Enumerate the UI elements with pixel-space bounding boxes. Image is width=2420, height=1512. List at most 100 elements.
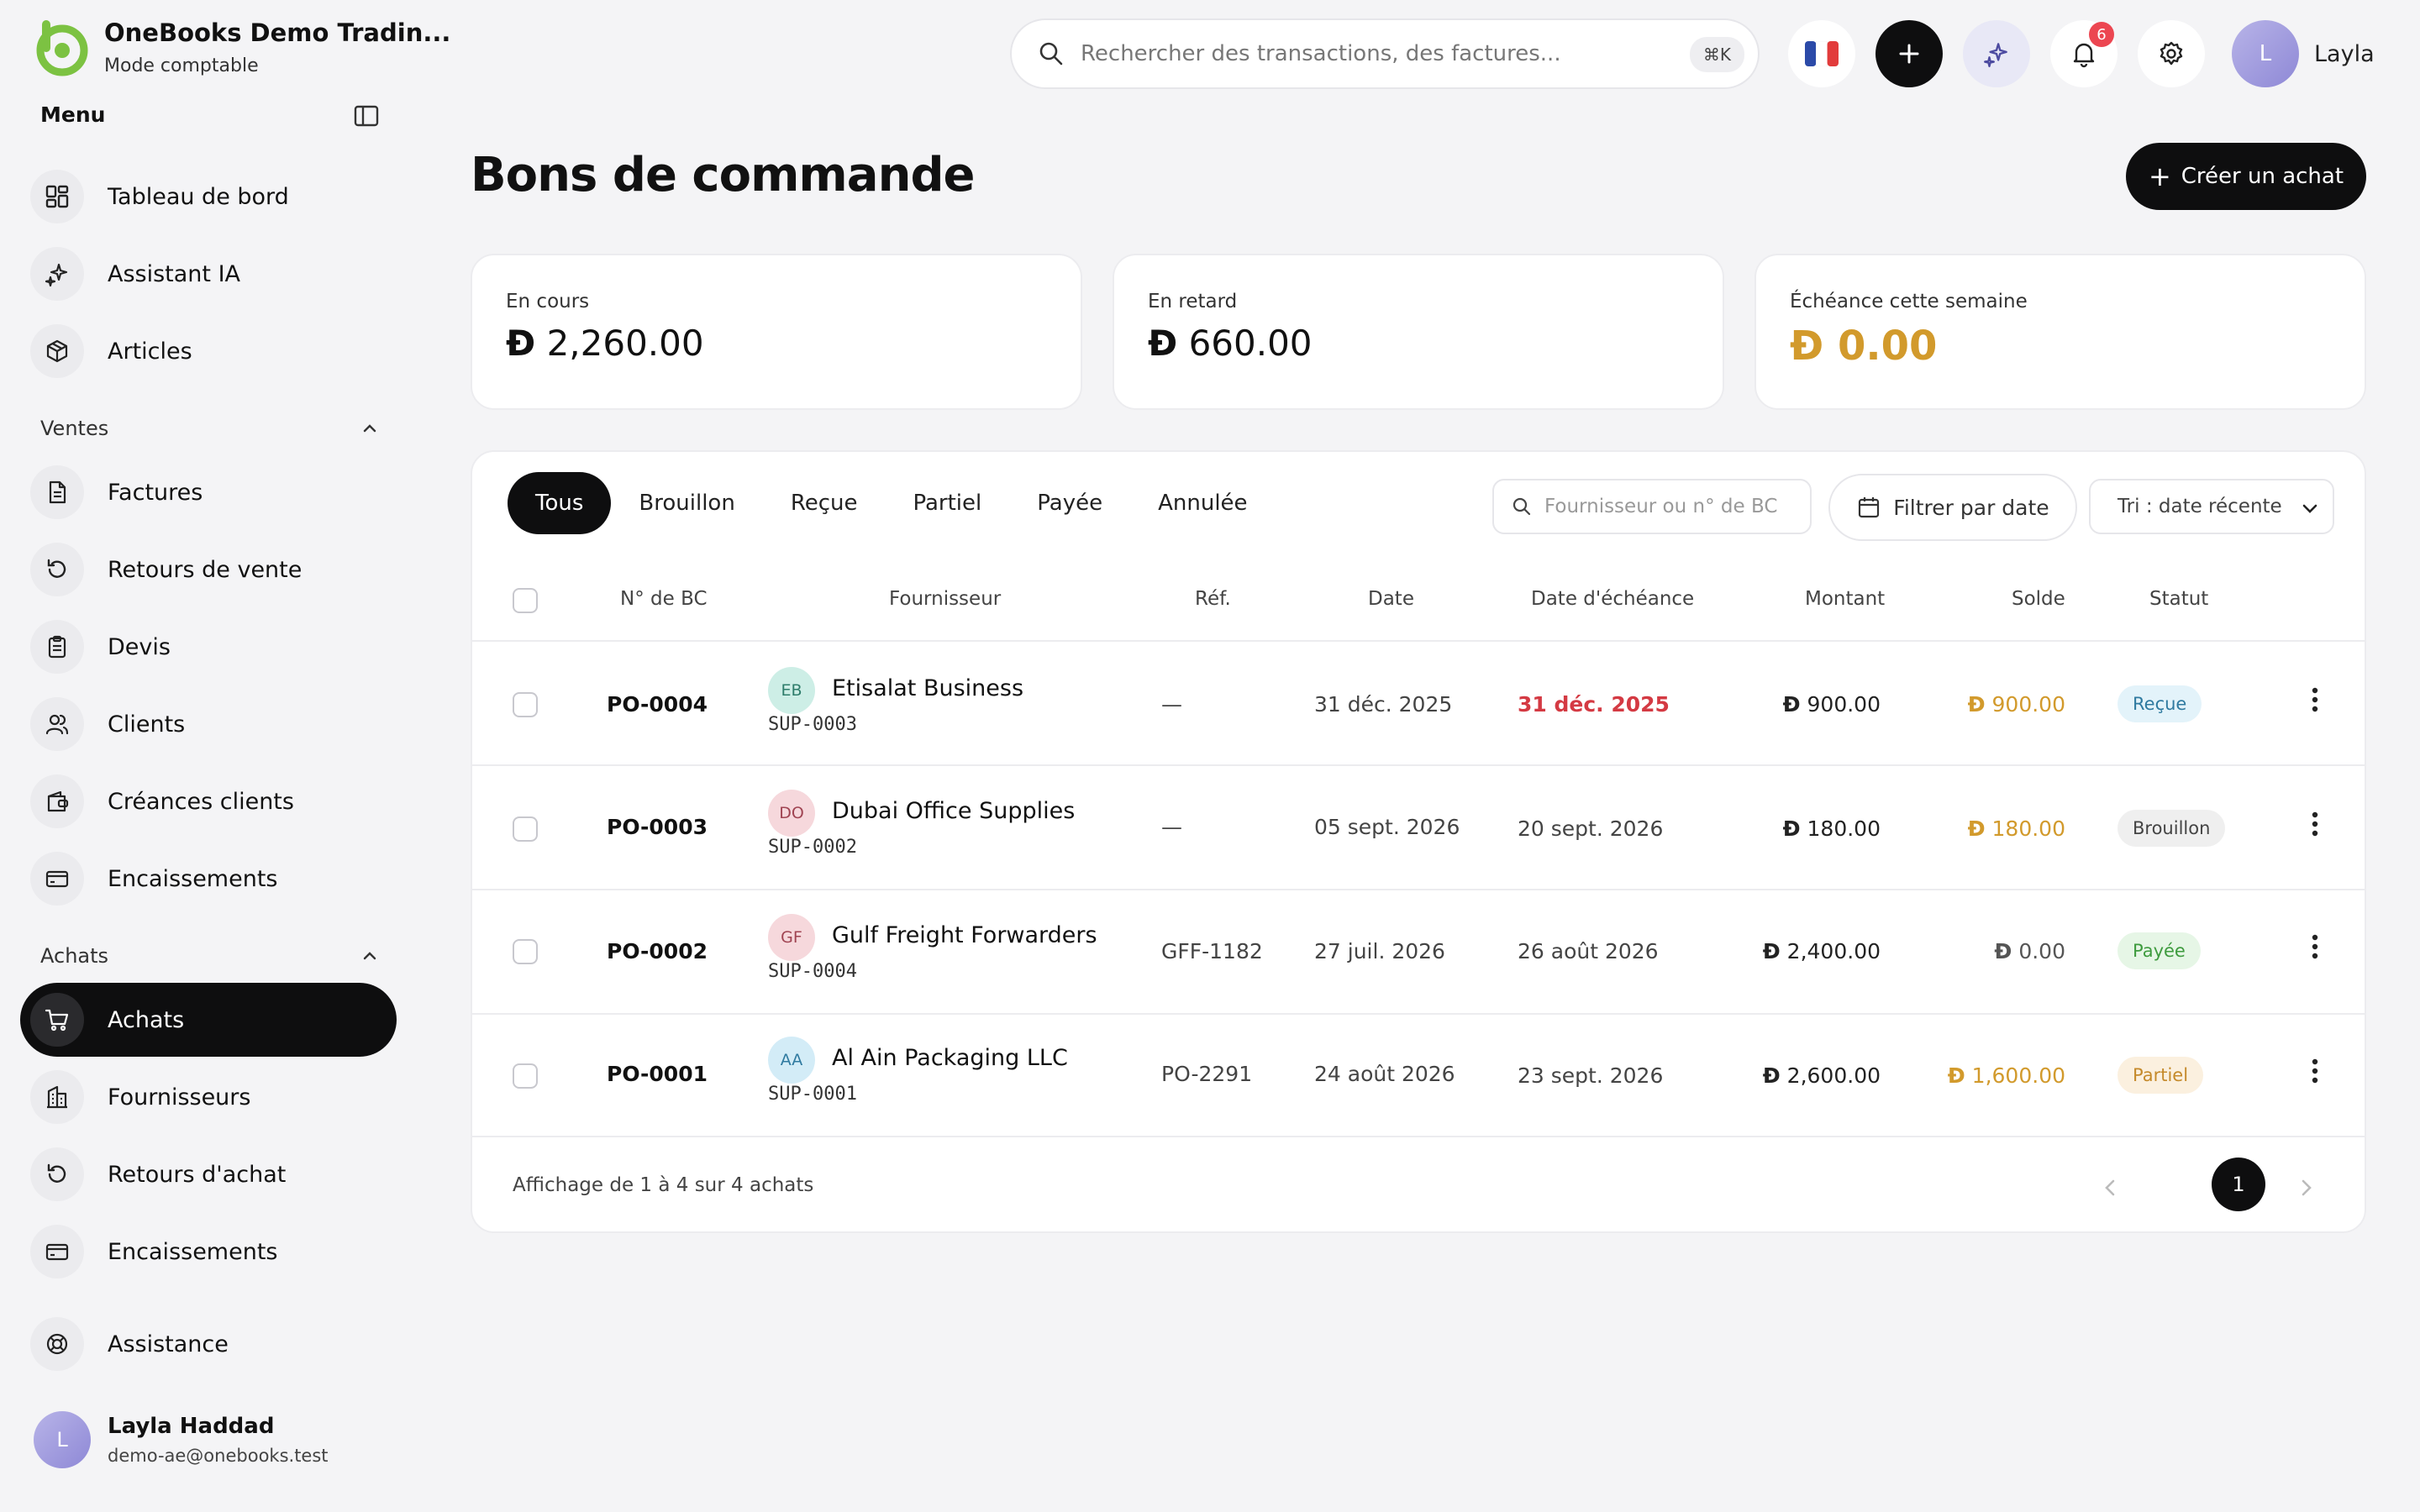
column-header-number[interactable]: N° de BC <box>620 588 708 610</box>
sidebar-item-ai-assistant[interactable]: Assistant IA <box>20 237 397 311</box>
menu-title: Menu <box>40 102 106 127</box>
row-checkbox[interactable] <box>513 939 538 964</box>
balance: Đ 180.00 <box>1968 816 2065 841</box>
po-number[interactable]: PO-0002 <box>607 939 708 963</box>
reference: — <box>1161 692 1182 717</box>
stat-label: En retard <box>1148 291 1238 312</box>
more-options-icon[interactable] <box>2311 932 2319 961</box>
column-header-supplier[interactable]: Fournisseur <box>889 588 1001 610</box>
quick-add-button[interactable] <box>1876 20 1943 87</box>
select-all-checkbox[interactable] <box>513 588 538 613</box>
row-checkbox[interactable] <box>513 816 538 842</box>
currency-symbol: Đ <box>1994 939 2012 963</box>
due-date: 20 sept. 2026 <box>1518 816 1664 841</box>
status-badge: Brouillon <box>2118 810 2226 847</box>
sort-select[interactable]: Tri : date récente <box>2089 479 2334 534</box>
sidebar-item-receivables[interactable]: Créances clients <box>20 764 397 838</box>
column-header-due-date[interactable]: Date d'échéance <box>1531 588 1694 610</box>
brand[interactable]: OneBooks Demo Tradin... Mode comptable <box>30 17 450 77</box>
user-menu[interactable]: L Layla <box>2232 20 2375 87</box>
more-options-icon[interactable] <box>2311 685 2319 714</box>
sidebar-item-purchase-returns[interactable]: Retours d'achat <box>20 1137 397 1211</box>
balance: Đ 900.00 <box>1968 692 2065 717</box>
po-date: 05 sept. 2026 <box>1314 815 1460 839</box>
sidebar-item-purchase-payments[interactable]: Encaissements <box>20 1215 397 1289</box>
notifications-button[interactable]: 6 <box>2050 20 2118 87</box>
sidebar-user-card[interactable]: L Layla Haddad demo-ae@onebooks.test <box>34 1411 329 1468</box>
due-date: 26 août 2026 <box>1518 939 1659 963</box>
users-icon <box>30 697 84 751</box>
tab-paid[interactable]: Payée <box>1009 472 1130 534</box>
chevron-down-icon <box>2302 504 2317 513</box>
row-checkbox[interactable] <box>513 1063 538 1089</box>
language-button[interactable] <box>1788 20 1855 87</box>
create-purchase-button[interactable]: + Créer un achat <box>2126 143 2366 210</box>
table-row[interactable]: PO-0001 AA Al Ain Packaging LLC SUP-0001… <box>472 1013 2365 1137</box>
row-checkbox[interactable] <box>513 692 538 717</box>
sidebar-item-dashboard[interactable]: Tableau de bord <box>20 160 397 234</box>
plus-icon: + <box>2148 160 2171 192</box>
tab-draft[interactable]: Brouillon <box>611 472 762 534</box>
column-header-date[interactable]: Date <box>1368 588 1414 610</box>
more-options-icon[interactable] <box>2311 810 2319 838</box>
sidebar-item-label: Créances clients <box>108 788 294 815</box>
settings-button[interactable] <box>2138 20 2205 87</box>
sidebar-item-label: Retours d'achat <box>108 1161 287 1188</box>
reference: — <box>1161 815 1182 839</box>
column-header-status[interactable]: Statut <box>2149 588 2208 610</box>
chevron-up-icon[interactable] <box>360 418 380 438</box>
tab-cancelled[interactable]: Annulée <box>1130 472 1275 534</box>
keyboard-shortcut-hint: ⌘K <box>1689 37 1744 72</box>
chevron-right-icon[interactable] <box>2294 1176 2317 1200</box>
chevron-left-icon[interactable] <box>2099 1176 2123 1200</box>
sidebar-item-clients[interactable]: Clients <box>20 687 397 761</box>
sidebar-item-support[interactable]: Assistance <box>20 1307 397 1381</box>
date-filter-button[interactable]: Filtrer par date <box>1828 474 2077 541</box>
stat-amount: 660.00 <box>1188 323 1313 364</box>
supplier-avatar: DO <box>768 790 815 837</box>
po-number[interactable]: PO-0003 <box>607 815 708 839</box>
table-row[interactable]: PO-0002 GF Gulf Freight Forwarders SUP-0… <box>472 889 2365 1013</box>
column-header-amount[interactable]: Montant <box>1805 588 1885 610</box>
accounting-mode-label: Mode comptable <box>104 55 259 76</box>
date-filter-label: Filtrer par date <box>1893 495 2049 520</box>
sidebar-item-sales-returns[interactable]: Retours de vente <box>20 533 397 606</box>
sidebar-item-articles[interactable]: Articles <box>20 314 397 388</box>
notification-count-badge: 6 <box>2089 22 2114 47</box>
table-row[interactable]: PO-0003 DO Dubai Office Supplies SUP-000… <box>472 764 2365 889</box>
supplier-code: SUP-0003 <box>768 714 857 735</box>
sidebar-item-purchases[interactable]: Achats <box>20 983 397 1057</box>
po-number[interactable]: PO-0001 <box>607 1062 708 1086</box>
sort-value: Tri : date récente <box>2118 496 2282 517</box>
tab-received[interactable]: Reçue <box>763 472 886 534</box>
sidebar-toggle-icon[interactable] <box>351 101 381 131</box>
table-row[interactable]: PO-0004 EB Etisalat Business SUP-0003 — … <box>472 640 2365 764</box>
column-header-ref[interactable]: Réf. <box>1195 588 1231 610</box>
amount-value: 180.00 <box>1807 816 1881 841</box>
sidebar-item-invoices[interactable]: Factures <box>20 455 397 529</box>
sidebar-item-suppliers[interactable]: Fournisseurs <box>20 1060 397 1134</box>
currency-symbol: Đ <box>1782 816 1801 841</box>
stat-value: Đ 2,260.00 <box>506 323 704 364</box>
sidebar-item-quotes[interactable]: Devis <box>20 610 397 684</box>
tab-all[interactable]: Tous <box>508 472 612 534</box>
stat-card-overdue: En retard Đ 660.00 <box>1113 254 1724 410</box>
page-button-current[interactable]: 1 <box>2212 1158 2265 1211</box>
sidebar-item-sales-collections[interactable]: Encaissements <box>20 842 397 916</box>
supplier-search-input[interactable]: Fournisseur ou n° de BC <box>1492 479 1812 534</box>
chevron-up-icon[interactable] <box>360 946 380 966</box>
more-options-icon[interactable] <box>2311 1057 2319 1085</box>
purchase-orders-table-card: Tous Brouillon Reçue Partiel Payée Annul… <box>471 450 2366 1233</box>
pagination-summary: Affichage de 1 à 4 sur 4 achats <box>513 1174 814 1196</box>
sidebar-item-label: Assistant IA <box>108 260 241 287</box>
create-purchase-label: Créer un achat <box>2181 164 2344 189</box>
box-icon <box>30 324 84 378</box>
po-number[interactable]: PO-0004 <box>607 692 708 717</box>
section-title-sales: Ventes <box>40 417 109 440</box>
global-search-input[interactable]: Rechercher des transactions, des facture… <box>1010 18 1760 89</box>
supplier-code: SUP-0002 <box>768 837 857 858</box>
ai-assistant-button[interactable] <box>1963 20 2030 87</box>
column-header-balance[interactable]: Solde <box>2012 588 2065 610</box>
sidebar-item-label: Articles <box>108 338 192 365</box>
tab-partial[interactable]: Partiel <box>885 472 1009 534</box>
